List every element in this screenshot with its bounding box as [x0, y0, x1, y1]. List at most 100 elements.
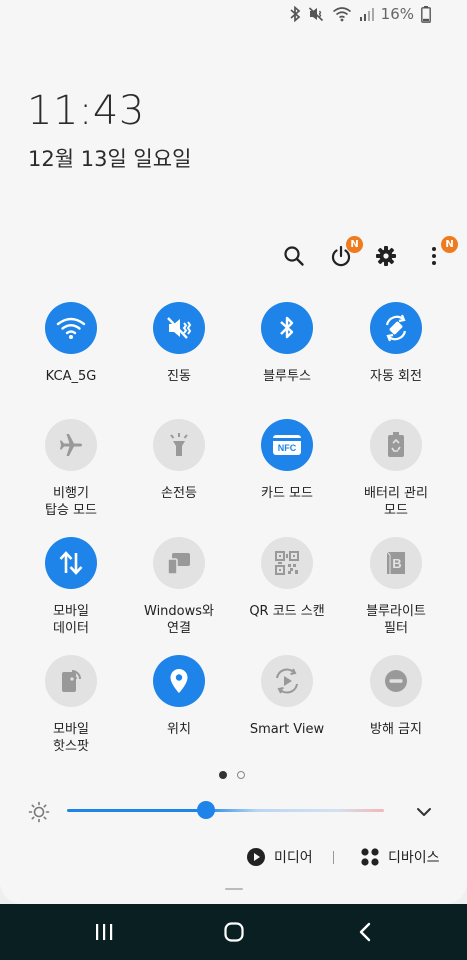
status-bar: 16%: [289, 4, 431, 24]
tile-wifi-label: KCA_5G: [45, 369, 97, 384]
top-actions: N N: [0, 236, 467, 272]
navigation-bar: [0, 904, 467, 960]
tile-mobile-data[interactable]: 모바일 데이터: [13, 537, 129, 637]
tile-blue-light-filter-button[interactable]: B: [370, 537, 422, 589]
power-badge: N: [346, 236, 363, 253]
tile-bluetooth-button[interactable]: [261, 302, 313, 354]
nfc-icon-text: NFC: [278, 443, 297, 453]
tile-blue-light-filter-label: 블루라이트 필터: [366, 604, 426, 636]
tile-airplane-button[interactable]: [45, 419, 97, 471]
tile-wifi-button[interactable]: [45, 302, 97, 354]
home-icon: [224, 922, 244, 942]
media-button[interactable]: 미디어: [246, 847, 313, 867]
tile-nfc[interactable]: NFC 카드 모드: [229, 419, 345, 502]
brightness-control: [0, 800, 467, 824]
tile-flashlight-button[interactable]: [153, 419, 205, 471]
settings-button[interactable]: [370, 240, 402, 272]
tile-link-to-windows[interactable]: Windows와 연결: [121, 537, 237, 637]
tile-blue-light-filter[interactable]: B 블루라이트 필터: [338, 537, 454, 637]
tile-mobile-data-button[interactable]: [45, 537, 97, 589]
search-button[interactable]: [278, 240, 310, 272]
tile-battery-saver[interactable]: 배터리 관리 모드: [338, 419, 454, 519]
tile-smart-view-label: Smart View: [249, 722, 325, 737]
hotspot-icon: [62, 670, 81, 692]
tile-battery-saver-button[interactable]: [370, 419, 422, 471]
tile-hotspot[interactable]: 모바일 핫스팟: [13, 655, 129, 755]
blue-light-filter-icon: B: [386, 551, 405, 574]
tile-vibrate-label: 진동: [167, 369, 191, 384]
back-button[interactable]: [345, 916, 385, 948]
tile-mobile-data-label: 모바일 데이터: [53, 604, 89, 636]
tile-qr-scan-button[interactable]: [261, 537, 313, 589]
brightness-slider-thumb[interactable]: [197, 801, 216, 819]
media-devices-row: 미디어 디바이스: [0, 845, 467, 871]
tile-airplane[interactable]: 비행기 탑승 모드: [13, 419, 129, 519]
more-badge: N: [441, 236, 458, 253]
tile-vibrate[interactable]: 진동: [121, 302, 237, 385]
devices-grid-icon: [361, 848, 379, 866]
tile-wifi[interactable]: KCA_5G: [13, 302, 129, 385]
back-icon: [359, 922, 371, 942]
mobile-data-icon: [59, 551, 83, 575]
tile-auto-rotate[interactable]: 자동 회전: [338, 302, 454, 385]
nfc-icon: NFC: [273, 435, 301, 455]
clock-date: 12월 13일 일요일: [28, 147, 192, 171]
tile-flashlight-label: 손전등: [161, 486, 197, 501]
clock-time[interactable]: 11:43: [27, 88, 145, 134]
tile-auto-rotate-button[interactable]: [370, 302, 422, 354]
blue-light-icon-text: B: [392, 556, 401, 571]
tile-flashlight[interactable]: 손전등: [121, 419, 237, 502]
wifi-status-icon: [332, 6, 352, 22]
devices-label: 디바이스: [388, 850, 440, 866]
power-button[interactable]: N: [325, 236, 363, 272]
tile-vibrate-button[interactable]: [153, 302, 205, 354]
recent-apps-button[interactable]: [84, 916, 124, 948]
tile-location-label: 위치: [167, 722, 191, 737]
page-dot-2[interactable]: [237, 771, 245, 779]
tile-nfc-button[interactable]: NFC: [261, 419, 313, 471]
signal-status-icon: [359, 6, 374, 22]
qr-code-icon: [275, 551, 299, 575]
page-dot-1[interactable]: [219, 771, 227, 779]
tile-smart-view[interactable]: Smart View: [229, 655, 345, 738]
tile-location[interactable]: 위치: [121, 655, 237, 738]
tile-battery-saver-label: 배터리 관리 모드: [364, 486, 428, 518]
bottom-divider: [333, 851, 334, 864]
brightness-slider-track[interactable]: [67, 809, 384, 812]
tile-hotspot-button[interactable]: [45, 655, 97, 707]
quick-settings-panel: 16% 11:43 12월 13일 일요일 N N KCA_5G 진동 블루투스…: [0, 0, 467, 904]
devices-button[interactable]: 디바이스: [360, 847, 440, 867]
panel-drag-handle[interactable]: [225, 888, 243, 890]
battery-percent: 16%: [380, 5, 414, 23]
media-label: 미디어: [274, 850, 313, 866]
bluetooth-status-icon: [289, 6, 301, 22]
brightness-sun-icon: [28, 801, 50, 827]
tile-bluetooth[interactable]: 블루투스: [229, 302, 345, 385]
tile-qr-scan[interactable]: QR 코드 스캔: [229, 537, 345, 620]
wifi-icon: [56, 317, 86, 339]
chevron-down-icon: [417, 808, 431, 816]
battery-recycle-icon: [388, 432, 404, 457]
tile-bluetooth-label: 블루투스: [263, 369, 311, 384]
smart-view-icon: [276, 668, 298, 694]
location-icon: [170, 669, 188, 693]
tile-location-button[interactable]: [153, 655, 205, 707]
home-button[interactable]: [214, 916, 254, 948]
page-indicator: [219, 771, 245, 779]
tile-airplane-label: 비행기 탑승 모드: [45, 486, 97, 518]
tile-do-not-disturb-button[interactable]: [370, 655, 422, 707]
tile-do-not-disturb[interactable]: 방해 금지: [338, 655, 454, 738]
tile-link-to-windows-label: Windows와 연결: [144, 604, 214, 636]
tile-hotspot-label: 모바일 핫스팟: [53, 722, 89, 754]
bluetooth-icon: [280, 316, 294, 339]
flashlight-icon: [170, 433, 188, 456]
expand-brightness-button[interactable]: [413, 802, 435, 826]
play-circle-icon: [247, 848, 265, 866]
tile-smart-view-button[interactable]: [261, 655, 313, 707]
more-options-button[interactable]: N: [418, 236, 458, 272]
tile-link-to-windows-button[interactable]: [153, 537, 205, 589]
airplane-icon: [60, 434, 82, 456]
gear-icon: [376, 246, 396, 266]
recent-apps-icon: [96, 924, 113, 940]
tile-auto-rotate-label: 자동 회전: [370, 369, 422, 384]
